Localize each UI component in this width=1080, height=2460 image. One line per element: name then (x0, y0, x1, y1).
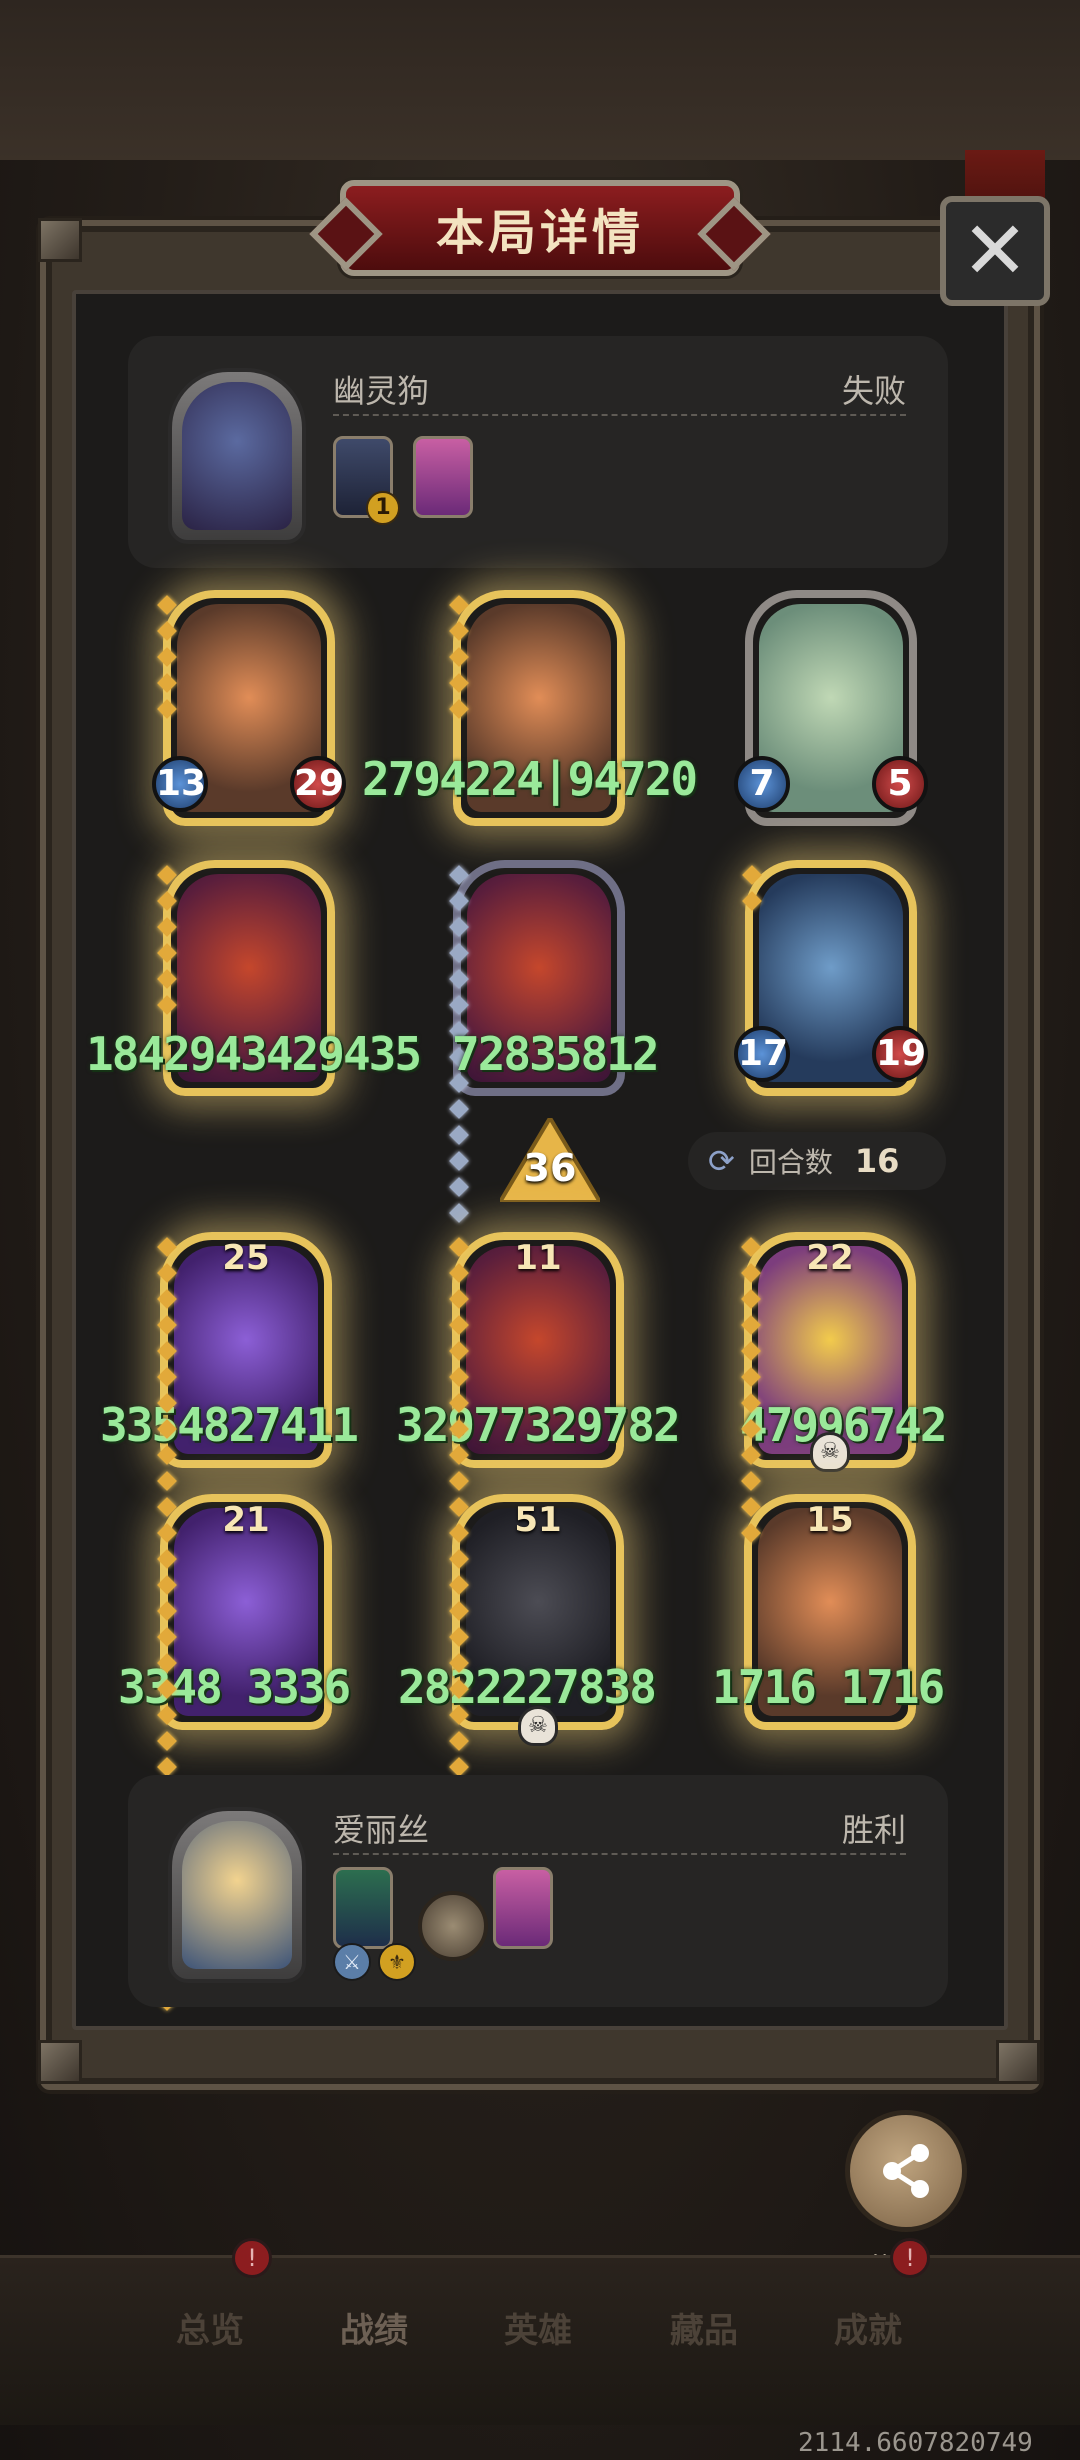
share-icon (883, 2144, 929, 2198)
nav-overview[interactable]: 总览 (176, 2303, 244, 2352)
nav-heroes[interactable]: 英雄 (504, 2303, 572, 2352)
arrow-value: 36 (523, 1146, 577, 1190)
card-level: 51 (514, 1500, 562, 1540)
card-level: 21 (222, 1500, 270, 1540)
health-orb: 29 (290, 756, 346, 812)
player-hero-card[interactable] (333, 1867, 393, 1949)
card-level: 15 (806, 1500, 854, 1540)
attack-arrow-marker: 36 (500, 1118, 600, 1202)
hero-level-badge: 1 (366, 491, 400, 525)
share-button[interactable] (845, 2110, 967, 2232)
rounds-value: 16 (854, 1142, 900, 1180)
gold-coin-icon: ⚜ (378, 1943, 416, 1981)
bead-chain (741, 1237, 761, 1552)
player-item-card[interactable] (493, 1867, 553, 1949)
rounds-label: 回合数 (748, 1146, 833, 1179)
title-plate: 本局详情 (340, 180, 740, 276)
divider (333, 1853, 906, 1855)
card-level: 11 (514, 1238, 562, 1278)
divider (333, 414, 906, 416)
bead-chain (449, 595, 469, 728)
cycle-icon: ⟳ (708, 1142, 735, 1180)
skull-icon: ☠ (518, 1706, 558, 1746)
card-level: 25 (222, 1238, 270, 1278)
skull-icon: ☠ (810, 1432, 850, 1472)
player-panel: 爱丽丝 胜利 ⚔ ⚜ (128, 1775, 948, 2007)
bottom-nav: 总览 战绩 英雄 藏品 成就 ! ! (0, 2238, 1080, 2425)
nav-collection[interactable]: 藏品 (670, 2303, 738, 2352)
my-stat-2: 32977329782 (396, 1398, 681, 1452)
enemy-stat-4: 1842943429435 (86, 1027, 422, 1081)
opponent-hero-card[interactable]: 1 (333, 436, 400, 525)
bead-chain (742, 865, 762, 920)
alice-portrait (182, 1821, 292, 1969)
opponent-avatar[interactable] (168, 368, 306, 544)
close-icon: ✕ (961, 204, 1029, 297)
notification-dot: ! (232, 2238, 272, 2278)
my-stat-1: 3354827411 (100, 1398, 359, 1452)
rounds-badge: ⟳ 回合数 16 (688, 1132, 946, 1190)
bead-chain (157, 865, 177, 1024)
card-level: 22 (806, 1238, 854, 1278)
health-orb: 5 (872, 756, 928, 812)
player-result: 胜利 (841, 1811, 906, 1849)
notification-dot: ! (890, 2238, 930, 2278)
close-button[interactable]: ✕ (940, 196, 1050, 306)
build-id: 2114.6607820749 (798, 2428, 1033, 2458)
health-orb: 19 (872, 1026, 928, 1082)
opponent-name: 幽灵狗 (333, 372, 430, 410)
page-title: 本局详情 (435, 205, 644, 261)
my-stat-4: 3348 3336 (118, 1660, 351, 1714)
opponent-result: 失败 (841, 372, 906, 410)
ghost-dog-portrait (182, 382, 292, 530)
player-name: 爱丽丝 (333, 1811, 430, 1849)
my-stat-5: 2822227838 (398, 1660, 657, 1714)
attack-orb: 13 (152, 756, 208, 812)
attack-orb: 7 (734, 756, 790, 812)
nav-records[interactable]: 战绩 (340, 2303, 408, 2352)
background-wall (0, 0, 1080, 160)
frame-corner-bl (38, 2040, 82, 2084)
pocket-watch-icon[interactable] (418, 1891, 488, 1961)
my-stat-6: 1716 1716 (712, 1660, 945, 1714)
frame-corner-br (996, 2040, 1040, 2084)
frame-corner-tl (38, 218, 82, 262)
opponent-item-card[interactable] (413, 436, 473, 518)
nav-achievements[interactable]: 成就 (834, 2303, 902, 2352)
sword-icon: ⚔ (333, 1943, 371, 1981)
enemy-stat-5: 72835812 (452, 1027, 660, 1081)
enemy-stat-2: 2794224|94720 (362, 752, 698, 806)
player-avatar[interactable] (168, 1807, 306, 1983)
opponent-panel: 幽灵狗 失败 1 (128, 336, 948, 568)
attack-orb: 17 (734, 1026, 790, 1082)
bead-chain (157, 595, 177, 728)
